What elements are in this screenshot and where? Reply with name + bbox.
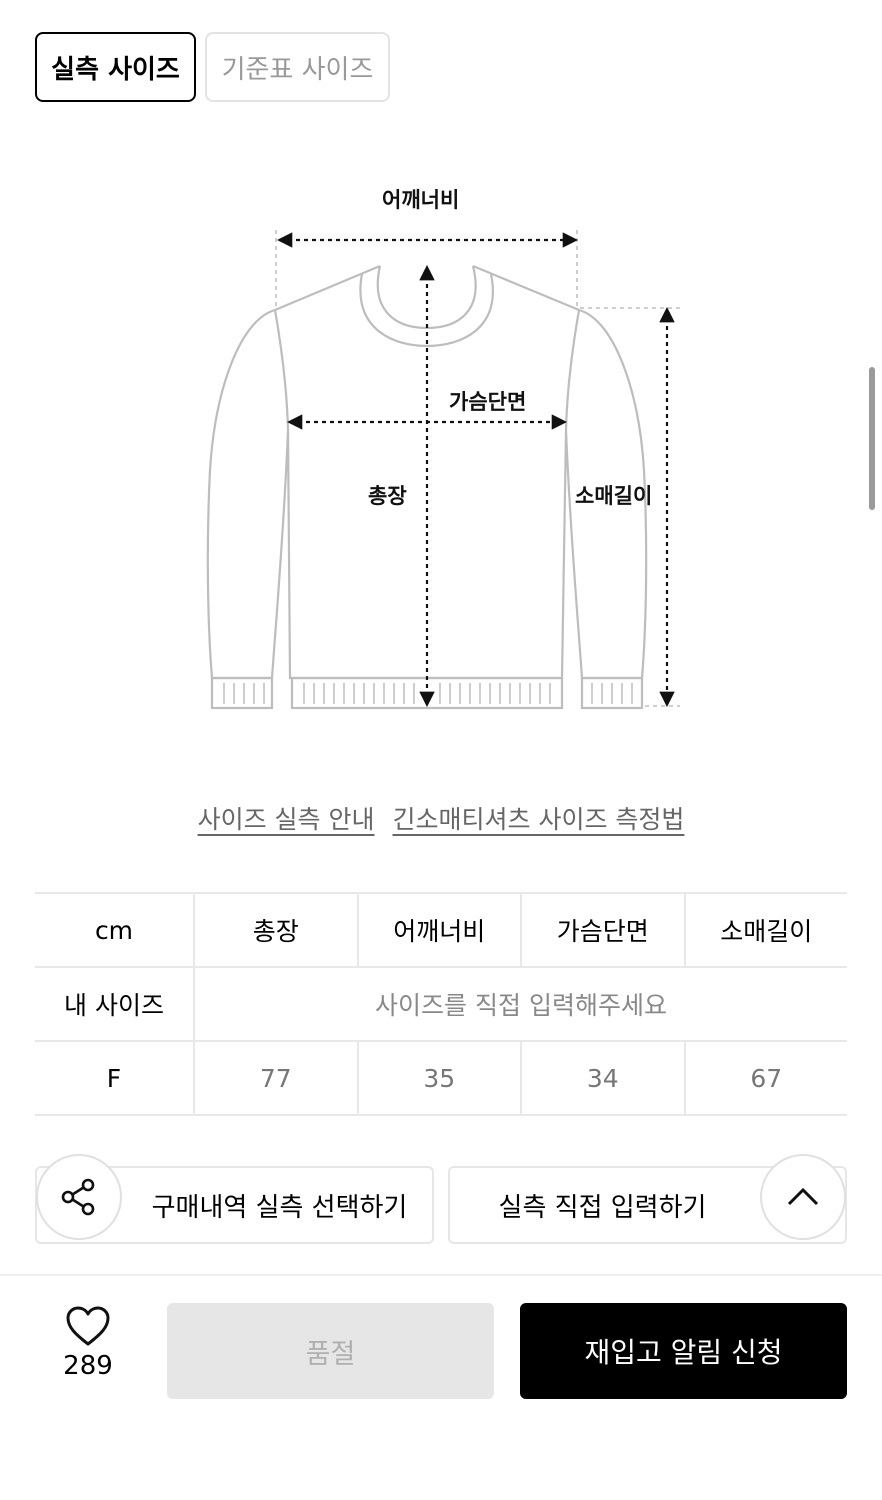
sold-out-button: 품절: [167, 1303, 494, 1399]
value-chest-width: 34: [520, 1042, 684, 1114]
my-size-label: 내 사이즈: [64, 991, 164, 1020]
share-button[interactable]: [36, 1154, 122, 1240]
header-chest-width: 가슴단면: [520, 894, 684, 966]
value-sleeve-length: 67: [683, 1042, 848, 1114]
share-icon: [61, 1178, 95, 1216]
my-size-input-prompt[interactable]: 사이즈를 직접 입력해주세요: [193, 968, 847, 1040]
header-shoulder-width: 어깨너비: [356, 894, 521, 966]
restock-alert-button[interactable]: 재입고 알림 신청: [520, 1303, 847, 1399]
size-measure-guide-link[interactable]: 사이즈 실측 안내: [198, 800, 375, 836]
value-shoulder-width: 35: [356, 1042, 521, 1114]
my-size-row[interactable]: 내 사이즈 사이즈를 직접 입력해주세요: [35, 968, 847, 1042]
size-table: cm 총장 어깨너비 가슴단면 소매길이 내 사이즈 사이즈를 직접 입력해주세…: [35, 892, 847, 1116]
measurement-method-link[interactable]: 긴소매티셔츠 사이즈 측정법: [393, 800, 685, 836]
chevron-up-icon: [787, 1187, 819, 1206]
value-total-length: 77: [193, 1042, 357, 1114]
size-name: F: [106, 1063, 122, 1093]
like-button[interactable]: 289: [48, 1305, 128, 1381]
tab-standard-size[interactable]: 기준표 사이즈: [205, 32, 390, 102]
table-header-row: cm 총장 어깨너비 가슴단면 소매길이: [35, 894, 847, 968]
sweatshirt-illustration: [206, 230, 680, 710]
header-sleeve-length: 소매길이: [683, 894, 848, 966]
unit-header: cm: [94, 915, 134, 945]
sleeve-length-label: 소매길이: [575, 484, 653, 508]
footer-divider: [0, 1274, 882, 1276]
scroll-to-top-button[interactable]: [760, 1154, 846, 1240]
size-diagram: 어깨너비 가슴단면 총장 소매길이: [0, 150, 882, 760]
heart-icon: [66, 1306, 110, 1346]
like-count: 289: [63, 1351, 113, 1381]
scrollbar[interactable]: [869, 367, 875, 510]
table-row: F 77 35 34 67: [35, 1042, 847, 1116]
header-total-length: 총장: [193, 894, 357, 966]
tab-actual-size[interactable]: 실측 사이즈: [35, 32, 196, 102]
chest-width-label: 가슴단면: [449, 390, 527, 414]
total-length-label: 총장: [368, 484, 407, 508]
size-guide-links: 사이즈 실측 안내 긴소매티셔츠 사이즈 측정법: [0, 800, 882, 836]
shoulder-width-label: 어깨너비: [382, 188, 460, 212]
